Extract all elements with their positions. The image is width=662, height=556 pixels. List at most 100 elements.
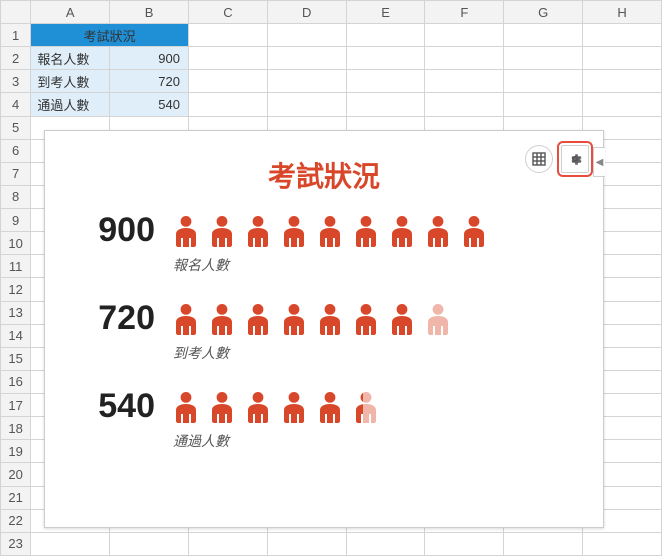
cell[interactable] (188, 47, 267, 70)
col-header[interactable]: E (346, 1, 425, 24)
pictograph-row: 720到考人數 (75, 301, 573, 363)
cell[interactable] (267, 24, 346, 47)
person-icon (349, 213, 383, 251)
row-header[interactable]: 22 (1, 509, 31, 532)
person-icon (205, 213, 239, 251)
col-header[interactable]: D (267, 1, 346, 24)
people-graph-chart[interactable]: ◀ 考試狀況 900報名人數 720到考人數 540通過人數 (44, 130, 604, 528)
col-header[interactable]: A (31, 1, 110, 24)
cell[interactable] (504, 93, 583, 116)
cell[interactable] (346, 24, 425, 47)
row-header[interactable]: 20 (1, 463, 31, 486)
table-row-label[interactable]: 通過人數 (31, 93, 110, 116)
cell[interactable] (188, 70, 267, 93)
person-icon (313, 389, 347, 427)
col-header[interactable]: H (583, 1, 662, 24)
cell[interactable] (425, 70, 504, 93)
select-all-corner[interactable] (1, 1, 31, 24)
table-header-cell[interactable]: 考試狀況 (31, 24, 189, 47)
cell[interactable] (583, 532, 662, 555)
table-row-value[interactable]: 540 (110, 93, 189, 116)
person-icon (385, 213, 419, 251)
chart-settings-button[interactable] (561, 145, 589, 173)
cell[interactable] (267, 532, 346, 555)
cell[interactable] (346, 47, 425, 70)
table-row-label[interactable]: 到考人數 (31, 70, 110, 93)
person-icon (277, 389, 311, 427)
cell[interactable] (346, 93, 425, 116)
cell[interactable] (425, 47, 504, 70)
col-header[interactable]: G (504, 1, 583, 24)
cell[interactable] (346, 532, 425, 555)
row-header[interactable]: 21 (1, 486, 31, 509)
cell[interactable] (346, 70, 425, 93)
person-icon (421, 213, 455, 251)
cell[interactable] (504, 532, 583, 555)
chart-data-button[interactable] (525, 145, 553, 173)
table-row-value[interactable]: 900 (110, 47, 189, 70)
person-icon (205, 301, 239, 339)
row-header[interactable]: 7 (1, 162, 31, 185)
cell[interactable] (188, 93, 267, 116)
chart-title: 考試狀況 (45, 155, 603, 195)
cell[interactable] (267, 47, 346, 70)
cell[interactable] (425, 532, 504, 555)
col-header[interactable]: C (188, 1, 267, 24)
person-icon (313, 301, 347, 339)
cell[interactable] (583, 47, 662, 70)
col-header[interactable]: F (425, 1, 504, 24)
person-icon (349, 301, 383, 339)
pictograph-row: 900報名人數 (75, 213, 573, 275)
row-header[interactable]: 3 (1, 70, 31, 93)
row-header[interactable]: 19 (1, 440, 31, 463)
pictograph-label: 通過人數 (169, 431, 573, 451)
row-header[interactable]: 23 (1, 532, 31, 555)
cell[interactable] (110, 532, 189, 555)
row-header[interactable]: 8 (1, 185, 31, 208)
row-header[interactable]: 5 (1, 116, 31, 139)
person-icon (385, 301, 419, 339)
cell[interactable] (583, 70, 662, 93)
row-header[interactable]: 1 (1, 24, 31, 47)
cell[interactable] (583, 93, 662, 116)
person-icon (277, 213, 311, 251)
cell[interactable] (504, 47, 583, 70)
row-header[interactable]: 13 (1, 301, 31, 324)
pictograph-value: 900 (75, 213, 169, 247)
cell[interactable] (188, 24, 267, 47)
row-header[interactable]: 18 (1, 417, 31, 440)
person-icon (169, 301, 203, 339)
person-icon (205, 389, 239, 427)
person-icon (169, 213, 203, 251)
row-header[interactable]: 14 (1, 324, 31, 347)
row-header[interactable]: 12 (1, 278, 31, 301)
cell[interactable] (188, 532, 267, 555)
row-header[interactable]: 15 (1, 347, 31, 370)
cell[interactable] (267, 70, 346, 93)
table-row-value[interactable]: 720 (110, 70, 189, 93)
cell[interactable] (425, 93, 504, 116)
person-icon-partial (349, 389, 383, 427)
collapse-pane-tab[interactable]: ◀ (593, 147, 605, 177)
person-icon (169, 389, 203, 427)
cell[interactable] (504, 70, 583, 93)
cell[interactable] (425, 24, 504, 47)
table-row-label[interactable]: 報名人數 (31, 47, 110, 70)
cell[interactable] (31, 532, 110, 555)
row-header[interactable]: 2 (1, 47, 31, 70)
row-header[interactable]: 11 (1, 255, 31, 278)
row-header[interactable]: 10 (1, 232, 31, 255)
cell[interactable] (267, 93, 346, 116)
cell[interactable] (583, 24, 662, 47)
row-header[interactable]: 9 (1, 209, 31, 232)
row-header[interactable]: 6 (1, 139, 31, 162)
pictograph-label: 到考人數 (169, 343, 573, 363)
row-header[interactable]: 16 (1, 370, 31, 393)
cell[interactable] (504, 24, 583, 47)
col-header[interactable]: B (110, 1, 189, 24)
person-icon (457, 213, 491, 251)
row-header[interactable]: 4 (1, 93, 31, 116)
pictograph-row: 540通過人數 (75, 389, 573, 451)
row-header[interactable]: 17 (1, 394, 31, 417)
pictograph-value: 720 (75, 301, 169, 335)
